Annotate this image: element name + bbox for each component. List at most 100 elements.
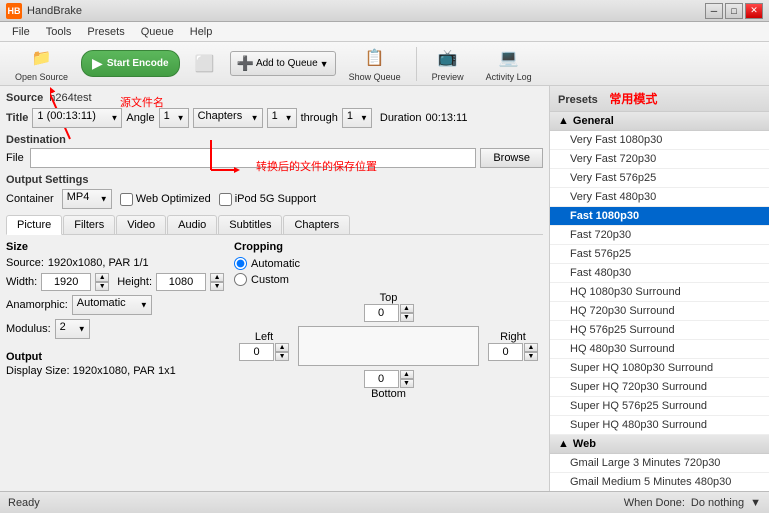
when-done-value: Do nothing <box>691 497 744 509</box>
add-queue-dropdown-icon[interactable]: ▼ <box>320 59 329 69</box>
open-source-button[interactable]: 📁 Open Source <box>6 42 77 86</box>
width-input[interactable] <box>41 273 91 291</box>
activity-log-button[interactable]: 💻 Activity Log <box>477 42 541 86</box>
menu-presets[interactable]: Presets <box>79 24 132 40</box>
right-down[interactable]: ▼ <box>524 352 538 361</box>
browse-button[interactable]: Browse <box>480 148 543 168</box>
collapse-icon: ▲ <box>558 115 569 127</box>
height-down[interactable]: ▼ <box>210 282 224 291</box>
menu-tools[interactable]: Tools <box>38 24 80 40</box>
left-down[interactable]: ▼ <box>275 352 289 361</box>
chapters-end-select[interactable]: 1 <box>342 108 372 128</box>
preset-group-web: ▲ Web Gmail Large 3 Minutes 720p30 Gmail… <box>550 435 769 491</box>
right-up[interactable]: ▲ <box>524 343 538 352</box>
menu-help[interactable]: Help <box>182 24 221 40</box>
close-button[interactable]: ✕ <box>745 3 763 19</box>
height-input[interactable] <box>156 273 206 291</box>
activity-icon: 💻 <box>497 46 521 70</box>
preset-superhq-1080p30[interactable]: Super HQ 1080p30 Surround <box>550 359 769 378</box>
top-up[interactable]: ▲ <box>400 304 414 313</box>
ipod-support-checkbox[interactable] <box>219 193 232 206</box>
chapters-select[interactable]: Chapters <box>193 108 263 128</box>
bottom-down[interactable]: ▼ <box>400 379 414 388</box>
crop-top-group: Top ▲ ▼ <box>298 292 479 322</box>
crop-grid: Top ▲ ▼ Left <box>234 292 543 400</box>
title-select[interactable]: 1 (00:13:11) <box>32 108 122 128</box>
angle-select[interactable]: 1 <box>159 108 189 128</box>
web-optimized-checkbox-label[interactable]: Web Optimized <box>120 193 211 206</box>
output-display-section: Output Display Size: 1920x1080, PAR 1x1 <box>6 351 224 377</box>
preset-very-fast-720p30[interactable]: Very Fast 720p30 <box>550 150 769 169</box>
preset-very-fast-1080p30[interactable]: Very Fast 1080p30 <box>550 131 769 150</box>
height-label: Height: <box>117 276 152 288</box>
container-select[interactable]: MP4 <box>62 189 112 209</box>
file-input[interactable] <box>30 148 476 168</box>
preset-hq-1080p30[interactable]: HQ 1080p30 Surround <box>550 283 769 302</box>
anamorphic-select[interactable]: Automatic <box>72 295 152 315</box>
preset-hq-480p30[interactable]: HQ 480p30 Surround <box>550 340 769 359</box>
add-to-queue-button[interactable]: ➕ Add to Queue ▼ <box>230 51 336 76</box>
general-group-label: General <box>573 115 614 127</box>
custom-radio[interactable] <box>234 273 247 286</box>
top-input[interactable] <box>364 304 399 322</box>
width-up[interactable]: ▲ <box>95 273 109 282</box>
preset-fast-480p30[interactable]: Fast 480p30 <box>550 264 769 283</box>
stop-encode-button[interactable]: ⬜ <box>184 48 226 80</box>
preset-fast-720p30[interactable]: Fast 720p30 <box>550 226 769 245</box>
bottom-label: Bottom <box>371 388 406 400</box>
stop-icon: ⬜ <box>193 52 217 76</box>
minimize-button[interactable]: ─ <box>705 3 723 19</box>
left-up[interactable]: ▲ <box>275 343 289 352</box>
preview-button[interactable]: 📺 Preview <box>423 42 473 86</box>
left-input[interactable] <box>239 343 274 361</box>
preset-superhq-576p25[interactable]: Super HQ 576p25 Surround <box>550 397 769 416</box>
bottom-up[interactable]: ▲ <box>400 370 414 379</box>
chapters-start-select[interactable]: 1 <box>267 108 297 128</box>
left-input-group: ▲ ▼ <box>239 343 289 361</box>
preset-very-fast-576p25[interactable]: Very Fast 576p25 <box>550 169 769 188</box>
dimensions-row: Width: ▲ ▼ Height: ▲ ▼ <box>6 273 224 291</box>
web-optimized-checkbox[interactable] <box>120 193 133 206</box>
top-label: Top <box>380 292 398 304</box>
height-up[interactable]: ▲ <box>210 273 224 282</box>
modulus-select[interactable]: 2 <box>55 319 90 339</box>
preset-fast-576p25[interactable]: Fast 576p25 <box>550 245 769 264</box>
left-panel: Source h264test 源文件名 Title 1 (00:13:11) … <box>0 86 549 491</box>
automatic-radio[interactable] <box>234 257 247 270</box>
start-encode-button[interactable]: ▶ Start Encode <box>81 50 179 77</box>
preset-superhq-480p30[interactable]: Super HQ 480p30 Surround <box>550 416 769 435</box>
tab-video[interactable]: Video <box>116 215 166 234</box>
right-spinner: ▲ ▼ <box>524 343 538 361</box>
preset-fast-1080p30[interactable]: Fast 1080p30 <box>550 207 769 226</box>
source-value: h264test <box>49 92 91 104</box>
preset-hq-720p30[interactable]: HQ 720p30 Surround <box>550 302 769 321</box>
width-down[interactable]: ▼ <box>95 282 109 291</box>
preset-gmail-large[interactable]: Gmail Large 3 Minutes 720p30 <box>550 454 769 473</box>
left-spinner: ▲ ▼ <box>275 343 289 361</box>
preset-gmail-medium[interactable]: Gmail Medium 5 Minutes 480p30 <box>550 473 769 491</box>
preset-group-general-header[interactable]: ▲ General <box>550 112 769 131</box>
preset-group-web-header[interactable]: ▲ Web <box>550 435 769 454</box>
ipod-support-checkbox-label[interactable]: iPod 5G Support <box>219 193 316 206</box>
when-done-dropdown[interactable]: ▼ <box>750 497 761 509</box>
tab-audio[interactable]: Audio <box>167 215 217 234</box>
tab-picture[interactable]: Picture <box>6 215 62 235</box>
preset-hq-576p25[interactable]: HQ 576p25 Surround <box>550 321 769 340</box>
modulus-row: Modulus: 2 <box>6 319 224 339</box>
menu-queue[interactable]: Queue <box>133 24 182 40</box>
preset-superhq-720p30[interactable]: Super HQ 720p30 Surround <box>550 378 769 397</box>
maximize-button[interactable]: □ <box>725 3 743 19</box>
tab-filters[interactable]: Filters <box>63 215 115 234</box>
top-down[interactable]: ▼ <box>400 313 414 322</box>
menu-file[interactable]: File <box>4 24 38 40</box>
preset-very-fast-480p30[interactable]: Very Fast 480p30 <box>550 188 769 207</box>
bottom-input[interactable] <box>364 370 399 388</box>
toolbar: 📁 Open Source ▶ Start Encode ⬜ ➕ Add to … <box>0 42 769 86</box>
tab-chapters[interactable]: Chapters <box>283 215 350 234</box>
cropping-section: Cropping Automatic Custom Top <box>234 241 543 400</box>
tab-subtitles[interactable]: Subtitles <box>218 215 282 234</box>
crop-left-group: Left ▲ ▼ <box>234 331 294 361</box>
right-input[interactable] <box>488 343 523 361</box>
show-queue-button[interactable]: 📋 Show Queue <box>340 42 410 86</box>
container-label: Container <box>6 193 54 205</box>
